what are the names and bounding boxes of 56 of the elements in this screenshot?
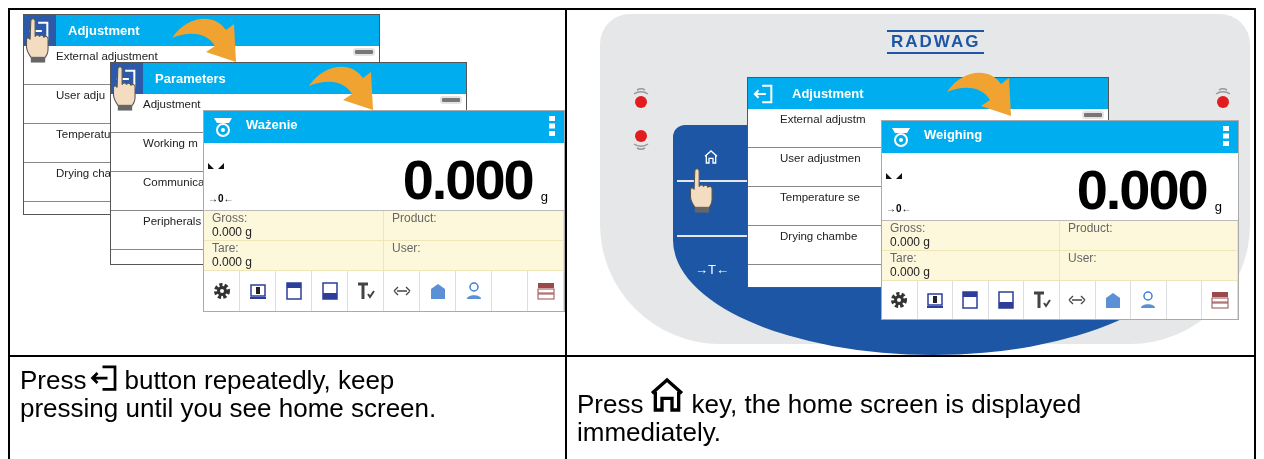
zero-marker: →0← <box>208 192 234 206</box>
table-icon <box>996 290 1017 310</box>
window-title: Weighing <box>924 126 984 144</box>
menu-item[interactable]: Adjustment <box>143 96 201 114</box>
menu-item[interactable]: Temperature se <box>780 189 860 207</box>
unit-label: g <box>1214 197 1222 216</box>
database-icon <box>535 281 556 301</box>
table-icon <box>319 281 340 301</box>
weight-reading: 0.000 <box>1076 160 1207 220</box>
field-label: Tare: <box>212 241 240 255</box>
menu-item[interactable]: External adjustm <box>780 111 866 129</box>
scrollbar-thumb[interactable] <box>353 48 375 56</box>
settings-icon <box>889 290 910 310</box>
field-label: Gross: <box>212 211 249 225</box>
weight-reading: 0.000 <box>402 150 533 210</box>
menu-item[interactable]: External adjustment <box>56 48 158 66</box>
window-title: Adjustment <box>792 84 864 103</box>
window-title: Ważenie <box>246 116 299 134</box>
menu-item[interactable]: Temperatu <box>56 126 111 144</box>
caption-text: Press button repeatedly, keep pressing until you see home screen. <box>20 363 438 422</box>
tare-check-icon <box>355 281 376 301</box>
field-label: Product: <box>1068 221 1114 235</box>
field-value: 0.000 g <box>890 235 932 249</box>
field-label: Tare: <box>890 251 918 265</box>
zero-marker: →0← <box>886 202 912 216</box>
field-label: User: <box>392 241 422 255</box>
database-icon <box>1209 290 1230 310</box>
field-label: Product: <box>392 211 438 225</box>
back-icon <box>753 82 775 105</box>
menu-item[interactable]: Working m <box>143 135 198 153</box>
field-value: 0.000 g <box>890 265 932 279</box>
scrollbar-thumb[interactable] <box>440 96 462 104</box>
field-label: Gross: <box>890 221 927 235</box>
pointing-hand-icon <box>689 168 715 214</box>
field-value: 0.000 g <box>212 255 254 269</box>
stability-marker-icon <box>886 173 902 181</box>
field-label: User: <box>1068 251 1098 265</box>
field-value: 0.000 g <box>212 225 254 239</box>
table-icon <box>283 281 304 301</box>
menu-item[interactable]: Drying chambe <box>780 228 858 246</box>
menu-item[interactable]: User adju <box>56 87 106 105</box>
home-icon <box>703 149 719 165</box>
tare-key-label[interactable]: →T← <box>695 260 729 280</box>
table-icon <box>960 290 981 310</box>
tare-check-icon <box>1031 290 1052 310</box>
unit-label: g <box>540 187 548 206</box>
menu-item[interactable]: Peripherals <box>143 213 202 231</box>
caption-text: Press key, the home screen is displayed immediately. <box>577 375 1217 446</box>
menu-item[interactable]: Drying cha <box>56 165 111 183</box>
brand-logo: RADWAG <box>887 30 985 54</box>
menu-item[interactable]: Communica <box>143 174 205 192</box>
stability-marker-icon <box>208 163 224 171</box>
menu-item[interactable]: User adjustmen <box>780 150 861 168</box>
settings-icon <box>211 281 232 301</box>
window-title: Parameters <box>155 69 226 88</box>
window-title: Adjustment <box>68 21 140 40</box>
